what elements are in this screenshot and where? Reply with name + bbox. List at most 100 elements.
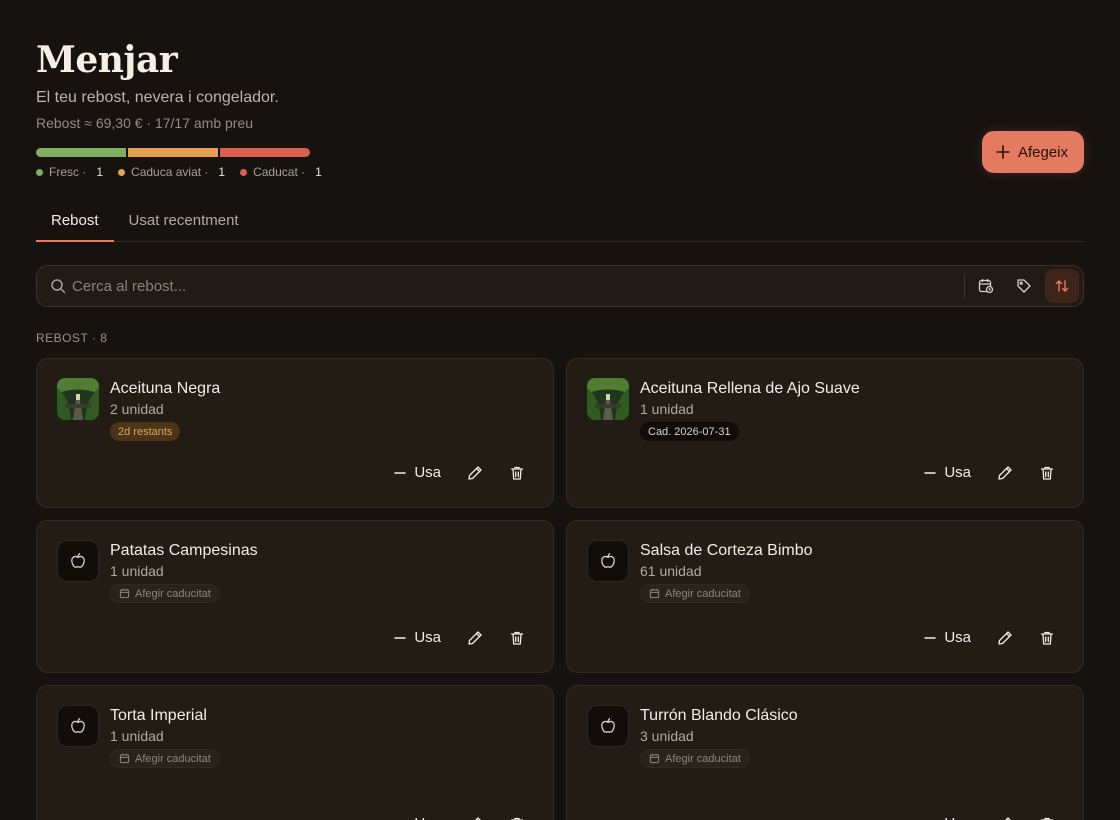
- use-button[interactable]: Usa: [924, 464, 971, 481]
- add-expiry-label: Afegir caducitat: [665, 752, 741, 765]
- tab-rebost[interactable]: Rebost: [36, 200, 114, 242]
- delete-button[interactable]: [509, 816, 525, 820]
- item-quantity: 61 unidad: [640, 563, 702, 579]
- tag-icon: [1017, 279, 1031, 293]
- item-name[interactable]: Turrón Blando Clásico: [640, 705, 798, 727]
- edit-button[interactable]: [997, 630, 1013, 646]
- delete-button[interactable]: [1039, 465, 1055, 481]
- expired-dot-icon: [240, 168, 248, 176]
- item-name[interactable]: Aceituna Negra: [110, 378, 220, 400]
- minus-icon: [394, 471, 407, 474]
- item-card: Patatas Campesinas 1 unidad Afegir caduc…: [36, 520, 554, 673]
- add-expiry-chip[interactable]: Afegir caducitat: [640, 584, 750, 603]
- add-button[interactable]: Afegeix: [981, 131, 1084, 173]
- use-button[interactable]: Usa: [394, 464, 441, 481]
- tabs: Rebost Usat recentment: [36, 200, 1084, 242]
- pencil-icon: [998, 465, 1012, 480]
- sort-icon: [1055, 280, 1069, 292]
- expiry-filter-button[interactable]: [969, 269, 1003, 303]
- apple-icon: [601, 717, 615, 733]
- add-button-label: Afegeix: [1017, 143, 1068, 161]
- page-title: Menjar: [36, 39, 178, 81]
- use-button-label: Usa: [414, 629, 441, 646]
- trash-icon: [510, 817, 524, 820]
- pencil-icon: [468, 465, 482, 480]
- trash-icon: [510, 631, 524, 645]
- freshness-bar-expired: [220, 148, 310, 157]
- section-label: REBOST · 8: [36, 331, 108, 345]
- pencil-icon: [1004, 816, 1012, 820]
- item-thumb: [57, 705, 99, 747]
- item-card: Torta Imperial 1 unidad Afegir caducitat…: [36, 685, 554, 820]
- item-photo: [587, 378, 629, 420]
- search-divider: [964, 273, 965, 299]
- item-quantity: 1 unidad: [110, 563, 164, 579]
- search-input[interactable]: [66, 266, 964, 306]
- item-card: Aceituna Negra 2 unidad 2d restants Usa: [36, 358, 554, 508]
- trash-icon: [510, 466, 524, 480]
- tab-recent[interactable]: Usat recentment: [114, 200, 254, 241]
- use-button[interactable]: Usa: [394, 629, 441, 646]
- apple-icon: [71, 552, 85, 568]
- calendar-icon: [649, 588, 660, 599]
- item-thumb: [57, 540, 99, 582]
- legend-label: Fresc ·: [49, 165, 87, 179]
- tag-filter-button[interactable]: [1007, 269, 1041, 303]
- legend-item-soon: Caduca aviat · 1: [118, 165, 225, 179]
- item-thumb: [587, 705, 629, 747]
- add-expiry-chip[interactable]: Afegir caducitat: [640, 749, 750, 768]
- legend-count: 1: [218, 165, 226, 179]
- use-button[interactable]: Usa: [924, 629, 971, 646]
- edit-button[interactable]: [467, 816, 483, 820]
- edit-button[interactable]: [467, 465, 483, 481]
- use-button[interactable]: Usa: [924, 815, 971, 820]
- page-subtitle: El teu rebost, nevera i congelador.: [36, 89, 279, 106]
- use-button-label: Usa: [944, 629, 971, 646]
- item-thumb: [587, 540, 629, 582]
- use-button[interactable]: Usa: [394, 815, 441, 820]
- item-name[interactable]: Torta Imperial: [110, 705, 220, 727]
- item-grid: Aceituna Negra 2 unidad 2d restants Usa: [36, 358, 1084, 820]
- item-quantity: 3 unidad: [640, 728, 694, 744]
- use-button-label: Usa: [414, 464, 441, 481]
- legend-item-expired: Caducat · 1: [240, 165, 322, 179]
- legend-item-fresh: Fresc · 1: [36, 165, 103, 179]
- header: Menjar El teu rebost, nevera i congelado…: [36, 0, 1084, 200]
- item-photo: [57, 378, 99, 420]
- edit-button[interactable]: [997, 816, 1013, 820]
- freshness-bar-fresh: [36, 148, 126, 157]
- add-expiry-label: Afegir caducitat: [135, 752, 211, 765]
- pencil-icon: [474, 816, 482, 820]
- apple-icon: [71, 717, 85, 733]
- calendar-clock-icon: [978, 279, 994, 294]
- use-button-label: Usa: [944, 464, 971, 481]
- search-bar: [36, 265, 1084, 307]
- item-name[interactable]: Salsa de Corteza Bimbo: [640, 540, 813, 562]
- item-name[interactable]: Patatas Campesinas: [110, 540, 258, 562]
- item-name[interactable]: Aceituna Rellena de Ajo Suave: [640, 378, 860, 400]
- item-quantity: 1 unidad: [640, 401, 694, 417]
- delete-button[interactable]: [1039, 630, 1055, 646]
- page: Menjar El teu rebost, nevera i congelado…: [0, 0, 1120, 820]
- pencil-icon: [998, 630, 1012, 645]
- delete-button[interactable]: [509, 630, 525, 646]
- trash-icon: [1040, 466, 1054, 480]
- freshness-bar-soon: [128, 148, 218, 157]
- add-expiry-chip[interactable]: Afegir caducitat: [110, 584, 220, 603]
- edit-button[interactable]: [467, 630, 483, 646]
- trash-icon: [1040, 817, 1054, 820]
- edit-button[interactable]: [997, 465, 1013, 481]
- delete-button[interactable]: [1039, 816, 1055, 820]
- item-quantity: 1 unidad: [110, 728, 164, 744]
- item-quantity: 2 unidad: [110, 401, 164, 417]
- freshness-bar: [36, 148, 310, 157]
- soon-dot-icon: [118, 168, 126, 176]
- search-icon: [51, 279, 66, 294]
- add-expiry-chip[interactable]: Afegir caducitat: [110, 749, 220, 768]
- legend-count: 1: [315, 165, 322, 179]
- sort-button[interactable]: [1045, 269, 1079, 303]
- use-button-label: Usa: [414, 815, 441, 820]
- trash-icon: [1040, 631, 1054, 645]
- minus-icon: [924, 471, 937, 474]
- delete-button[interactable]: [509, 465, 525, 481]
